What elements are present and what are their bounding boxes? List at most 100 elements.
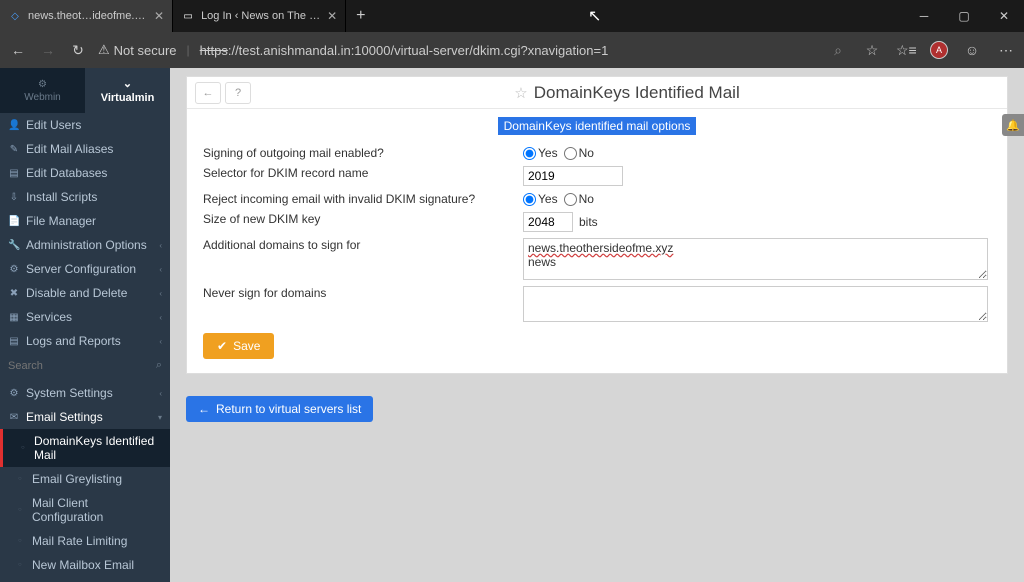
forward-button[interactable]: →: [38, 42, 58, 58]
virtualmin-tab[interactable]: ⌄ Virtualmin: [85, 68, 170, 113]
window-controls: ─ ▢ ✕: [904, 0, 1024, 32]
download-icon: ⇩: [8, 192, 20, 203]
reject-yes[interactable]: Yes: [523, 192, 558, 206]
label-size: Size of new DKIM key: [203, 212, 523, 226]
sidebar-item-file-manager[interactable]: 📄File Manager: [0, 209, 170, 233]
browser-addressbar: ← → ↻ ⚠ Not secure | https://test.anishm…: [0, 32, 1024, 68]
sidebar-item-services[interactable]: ▦Services‹: [0, 305, 170, 329]
minimize-button[interactable]: ─: [904, 0, 944, 32]
mail-icon: ✉: [8, 412, 20, 423]
sidebar: ⚙ Webmin ⌄ Virtualmin 👤Edit Users ✎Edit …: [0, 68, 170, 582]
maximize-button[interactable]: ▢: [944, 0, 984, 32]
section-heading: DomainKeys identified mail options: [187, 119, 1007, 133]
favorites-icon[interactable]: ☆≡: [896, 42, 916, 59]
sidebar-item-system-settings[interactable]: ⚙System Settings‹: [0, 378, 170, 405]
wrench-icon: 🔧: [8, 240, 20, 251]
edit-icon: ✎: [8, 144, 20, 155]
sidebar-item-email-settings[interactable]: ✉Email Settings▾: [0, 405, 170, 429]
refresh-button[interactable]: ↻: [68, 42, 88, 59]
page-title: ☆ DomainKeys Identified Mail: [255, 83, 999, 103]
new-tab-button[interactable]: +: [346, 7, 375, 25]
tab-close-icon[interactable]: ✕: [154, 9, 164, 23]
file-icon: 📄: [8, 216, 20, 227]
chevron-left-icon: ‹: [159, 337, 162, 346]
browser-tab-1[interactable]: ◇ news.theot…ideofme.xyz - Doma ✕: [0, 0, 173, 32]
sidebar-sub-greylisting[interactable]: ○Email Greylisting: [0, 467, 170, 491]
star-icon[interactable]: ☆: [862, 42, 882, 59]
url-text[interactable]: https://test.anishmandal.in:10000/virtua…: [200, 43, 609, 58]
tab-title: news.theot…ideofme.xyz - Doma: [28, 10, 148, 22]
warning-icon: ⚠: [98, 42, 110, 58]
tab-title: Log In ‹ News on The Othet Side: [201, 10, 321, 22]
more-icon[interactable]: ⋯: [996, 42, 1016, 59]
sidebar-item-administration-options[interactable]: 🔧Administration Options‹: [0, 233, 170, 257]
selector-input[interactable]: [523, 166, 623, 186]
gear-icon: ⚙: [38, 79, 47, 90]
signing-yes[interactable]: Yes: [523, 146, 558, 160]
close-window-button[interactable]: ✕: [984, 0, 1024, 32]
list-icon: ▤: [8, 336, 20, 347]
never-textarea[interactable]: [523, 286, 988, 322]
label-selector: Selector for DKIM record name: [203, 166, 523, 180]
sidebar-item-install-scripts[interactable]: ⇩Install Scripts: [0, 185, 170, 209]
back-button[interactable]: ←: [8, 42, 28, 58]
search-input[interactable]: [8, 360, 128, 372]
browser-tab-2[interactable]: ▭ Log In ‹ News on The Othet Side ✕: [173, 0, 346, 32]
size-unit: bits: [579, 215, 598, 229]
main-panel: ← ? ☆ DomainKeys Identified Mail DomainK…: [186, 76, 1008, 374]
size-input[interactable]: [523, 212, 573, 232]
check-icon: ✔: [217, 339, 227, 353]
chevron-down-icon: ▾: [158, 413, 162, 422]
sidebar-item-logs-reports[interactable]: ▤Logs and Reports‹: [0, 329, 170, 353]
panel-help-button[interactable]: ?: [225, 82, 251, 104]
chevron-down-icon: ⌄: [123, 77, 132, 90]
label-signing: Signing of outgoing mail enabled?: [203, 146, 523, 160]
chevron-left-icon: ‹: [159, 265, 162, 274]
label-never: Never sign for domains: [203, 286, 523, 300]
save-button[interactable]: ✔ Save: [203, 333, 274, 359]
label-reject: Reject incoming email with invalid DKIM …: [203, 192, 523, 206]
chevron-left-icon: ‹: [159, 389, 162, 398]
search-icon[interactable]: ⌕: [828, 42, 848, 59]
webmin-tab[interactable]: ⚙ Webmin: [0, 68, 85, 113]
tab-close-icon[interactable]: ✕: [327, 9, 337, 23]
profile-avatar[interactable]: A: [930, 41, 948, 59]
sidebar-sub-rate-limiting[interactable]: ○Mail Rate Limiting: [0, 529, 170, 553]
chevron-left-icon: ‹: [159, 289, 162, 298]
star-icon[interactable]: ☆: [514, 84, 527, 102]
content-area: 🔔 ← ? ☆ DomainKeys Identified Mail Domai…: [170, 68, 1024, 582]
reject-no[interactable]: No: [564, 192, 594, 206]
sidebar-item-server-configuration[interactable]: ⚙Server Configuration‹: [0, 257, 170, 281]
sidebar-sub-mail-client[interactable]: ○Mail Client Configuration: [0, 491, 170, 529]
browser-titlebar: ◇ news.theot…ideofme.xyz - Doma ✕ ▭ Log …: [0, 0, 1024, 32]
tab-favicon: ◇: [8, 9, 22, 23]
sidebar-item-edit-databases[interactable]: ▤Edit Databases: [0, 161, 170, 185]
database-icon: ▤: [8, 168, 20, 179]
label-additional: Additional domains to sign for: [203, 238, 523, 252]
return-button[interactable]: ← Return to virtual servers list: [186, 396, 373, 422]
tab-favicon: ▭: [181, 9, 195, 23]
user-icon: 👤: [8, 120, 20, 131]
sidebar-item-disable-delete[interactable]: ✖Disable and Delete‹: [0, 281, 170, 305]
signing-no[interactable]: No: [564, 146, 594, 160]
gear-icon: ⚙: [8, 264, 20, 275]
chevron-left-icon: ‹: [159, 241, 162, 250]
gear-icon: ⚙: [8, 388, 20, 399]
search-icon: ⌕: [156, 359, 162, 372]
sidebar-search[interactable]: ⌕: [0, 353, 170, 378]
sidebar-item-edit-mail-aliases[interactable]: ✎Edit Mail Aliases: [0, 137, 170, 161]
sidebar-item-edit-users[interactable]: 👤Edit Users: [0, 113, 170, 137]
sidebar-sub-spam-virus[interactable]: ○Spam and Virus Scanning: [0, 577, 170, 582]
feedback-icon[interactable]: ☺: [962, 42, 982, 58]
arrow-left-icon: ←: [198, 402, 210, 416]
sidebar-sub-dkim[interactable]: ○DomainKeys Identified Mail: [0, 429, 170, 467]
additional-textarea[interactable]: news.theothersideofme.xyz news: [523, 238, 988, 280]
sidebar-sub-new-mailbox[interactable]: ○New Mailbox Email: [0, 553, 170, 577]
panel-back-button[interactable]: ←: [195, 82, 221, 104]
security-indicator[interactable]: ⚠ Not secure: [98, 42, 177, 58]
bell-icon: 🔔: [1006, 119, 1020, 132]
play-icon: ▦: [8, 312, 20, 323]
chevron-left-icon: ‹: [159, 313, 162, 322]
notifications-toggle[interactable]: 🔔: [1002, 114, 1024, 136]
key-icon: ✖: [8, 288, 20, 299]
